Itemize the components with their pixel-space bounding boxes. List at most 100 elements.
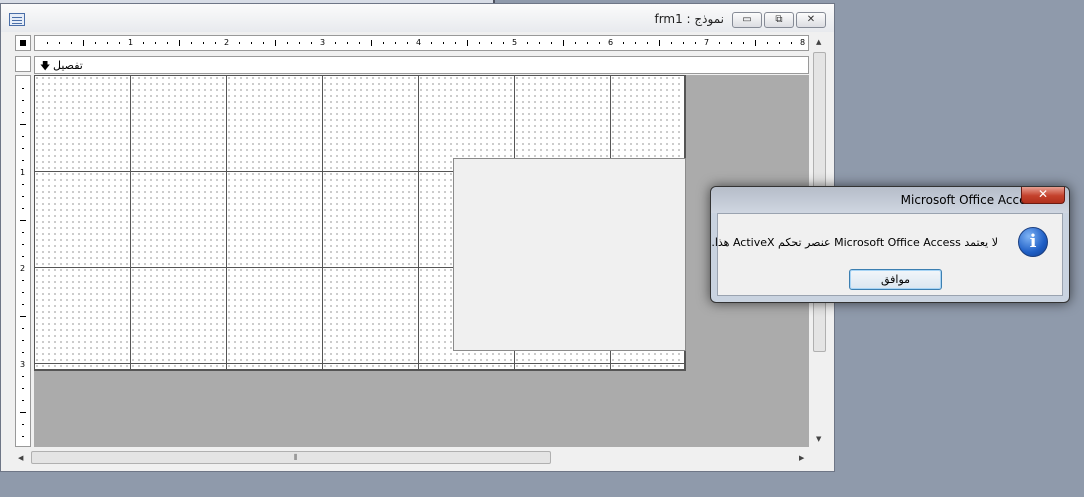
ruler-tick [22,400,24,401]
form-title-bar[interactable]: frm1 : نموذج ▭ ⧉ ✕ [1,4,834,32]
ruler-tick [22,148,24,149]
ruler-tick [167,42,168,44]
ruler-label-6: 6 [608,38,614,47]
ruler-tick [22,184,24,185]
close-button[interactable]: ✕ [796,12,826,28]
ruler-tick [671,42,672,44]
form-window-icon[interactable] [9,13,25,26]
ruler-tick [395,42,396,44]
ruler-tick [22,388,24,389]
ruler-tick [107,42,108,44]
activex-control[interactable] [453,158,686,351]
ruler-tick [22,376,24,377]
ruler-tick [731,42,732,44]
scroll-down-icon[interactable]: ▼ [816,435,821,443]
ruler-tick [22,256,24,257]
grip-icon: ⦀ [294,453,298,462]
ruler-tick [22,88,24,89]
scroll-right-icon[interactable]: ▶ [799,454,804,462]
ruler-tick [119,42,120,44]
dialog-title-bar[interactable]: Microsoft Office Access [711,187,1069,213]
horizontal-ruler[interactable]: 1 2 3 4 5 6 7 8 [34,35,809,51]
ruler-label-1: 1 [128,38,134,47]
ruler-tick [203,42,204,44]
ruler-tick [527,42,528,44]
ruler-tick [22,244,24,245]
ruler-tick [503,42,504,44]
ruler-tick [383,42,384,44]
dialog-close-button[interactable]: ✕ [1021,187,1065,204]
dialog-title: Microsoft Office Access [900,193,1039,207]
grid-bottom-line [34,363,686,364]
ruler-tick [623,42,624,44]
ruler-tick [22,112,24,113]
ruler-tick [287,42,288,44]
section-selector[interactable] [15,56,31,72]
ruler-tick [22,340,24,341]
restore-button[interactable]: ⧉ [764,12,794,28]
close-icon: ✕ [806,14,816,25]
detail-section-bar[interactable]: 🡇 تفصيل [34,56,809,74]
ruler-tick [443,42,444,44]
ruler-tick [20,316,26,317]
ruler-tick [22,328,24,329]
ruler-tick [143,42,144,44]
ruler-tick [155,42,156,44]
form-window-title: frm1 : نموذج [654,12,724,26]
ruler-label-7: 7 [704,38,710,47]
ruler-tick [59,42,60,44]
ruler-tick [407,42,408,44]
ok-button[interactable]: موافق [849,269,942,290]
ruler-tick [179,40,180,46]
ruler-tick [22,436,24,437]
ruler-tick [755,40,756,46]
ruler-tick [743,42,744,44]
ruler-tick [359,42,360,44]
ruler-tick [22,100,24,101]
message-dialog: Microsoft Office Access ✕ i لا يعتمد Mic… [710,186,1070,303]
ruler-tick [20,124,26,125]
ruler-tick [22,352,24,353]
ruler-tick [539,42,540,44]
ruler-tick [299,42,300,44]
form-selector[interactable] [15,35,31,51]
ruler-label-3: 3 [320,38,326,47]
scroll-left-icon[interactable]: ◀ [18,454,23,462]
ruler-tick [47,42,48,44]
ruler-tick [22,208,24,209]
detail-section-label: تفصيل [53,59,83,72]
ruler-tick [22,160,24,161]
ruler-tick [779,42,780,44]
ruler-tick [263,42,264,44]
ruler-tick [371,40,372,46]
minimize-button[interactable]: ▭ [732,12,762,28]
ruler-tick [95,42,96,44]
ruler-tick [22,292,24,293]
ruler-tick [479,42,480,44]
restore-icon: ⧉ [775,14,783,25]
ruler-label-8: 8 [800,38,806,47]
ruler-tick [647,42,648,44]
minimize-icon: ▭ [742,14,752,25]
ruler-tick [719,42,720,44]
vertical-ruler[interactable]: 1 2 3 [15,75,31,447]
ruler-tick [191,42,192,44]
ruler-tick [20,220,26,221]
vruler-label-1: 1 [20,168,26,177]
close-icon: ✕ [1037,187,1049,201]
scroll-up-icon[interactable]: ▲ [816,38,821,46]
ruler-tick [455,42,456,44]
horizontal-scrollbar[interactable]: ◀ ⦀ ▶ [15,450,810,466]
ruler-tick [767,42,768,44]
ruler-tick [491,42,492,44]
ruler-tick [22,232,24,233]
arrow-down-icon: 🡇 [40,61,51,72]
ruler-tick [563,40,564,46]
ruler-tick [635,42,636,44]
ruler-label-2: 2 [224,38,230,47]
ruler-tick [22,304,24,305]
vruler-label-2: 2 [20,264,26,273]
horizontal-scroll-thumb[interactable]: ⦀ [31,451,551,464]
ruler-tick [467,40,468,46]
ruler-tick [20,412,26,413]
